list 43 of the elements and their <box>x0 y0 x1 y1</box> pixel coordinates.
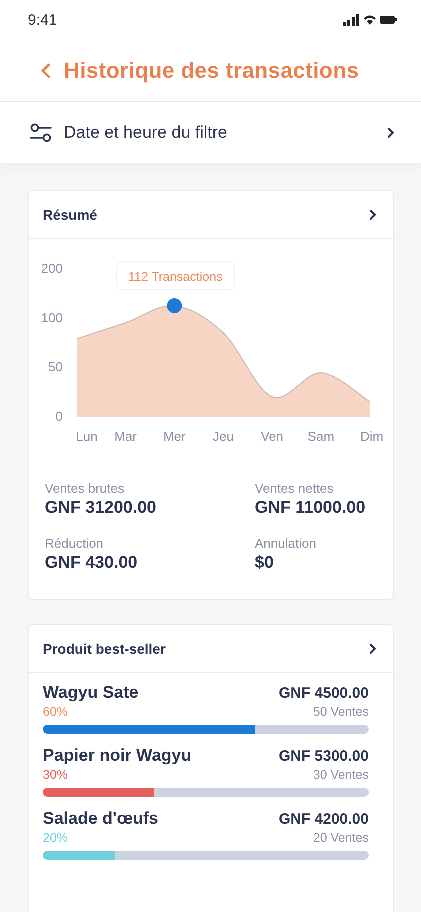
product-percent: 30% <box>43 768 68 782</box>
axis-label: 200 <box>41 261 63 276</box>
status-time: 9:41 <box>28 12 58 28</box>
card-title: Produit best-seller <box>43 640 166 656</box>
status-icons <box>343 14 397 26</box>
product-price: GNF 5300.00 <box>278 748 369 765</box>
stat-label: Annulation <box>255 536 318 551</box>
tooltip-text: 112 Transactions <box>128 270 223 284</box>
page-title: Historique des transactions <box>64 58 360 84</box>
axis-label: Mer <box>163 429 186 444</box>
stat-value: GNF 430.00 <box>45 553 139 573</box>
axis-label: 0 <box>56 409 63 424</box>
product-price: GNF 4500.00 <box>278 685 369 702</box>
product-price: GNF 4200.00 <box>278 811 369 828</box>
stat-label: Ventes nettes <box>255 481 335 496</box>
stat-value: GNF 31200.00 <box>45 498 158 518</box>
product-name: Papier noir Wagyu <box>43 746 192 766</box>
axis-label: Sam <box>308 429 335 444</box>
stat-value: GNF 11000.00 <box>255 498 367 518</box>
stat-label: Ventes brutes <box>45 481 126 496</box>
product-percent: 20% <box>43 831 68 845</box>
axis-label: 50 <box>48 360 63 375</box>
stat-label: Réduction <box>45 536 105 551</box>
axis-label: Lun <box>76 429 98 444</box>
data-point[interactable] <box>167 298 182 314</box>
chevron-icon <box>387 126 395 138</box>
axis-label: Ven <box>261 429 284 444</box>
chevron-icon[interactable] <box>369 642 377 654</box>
axis-label: Mar <box>114 429 138 444</box>
filter-row[interactable]: Date et heure du filtre <box>0 102 421 163</box>
card-title: Résumé <box>43 206 98 222</box>
filter-icon <box>30 122 52 142</box>
sales-count: 50 Ventes <box>313 705 369 719</box>
axis-label: Dim <box>360 429 384 444</box>
sales-count: 20 Ventes <box>313 831 369 845</box>
sales-count: 30 Ventes <box>313 768 369 782</box>
chevron-icon[interactable] <box>369 208 377 220</box>
product-name: Wagyu Sate <box>43 683 139 703</box>
axis-label: Jeu <box>213 429 234 444</box>
product-name: Salade d'œufs <box>43 809 159 829</box>
stat-value: $0 <box>255 553 275 573</box>
product-percent: 60% <box>43 705 68 719</box>
axis-label: 100 <box>41 310 63 326</box>
